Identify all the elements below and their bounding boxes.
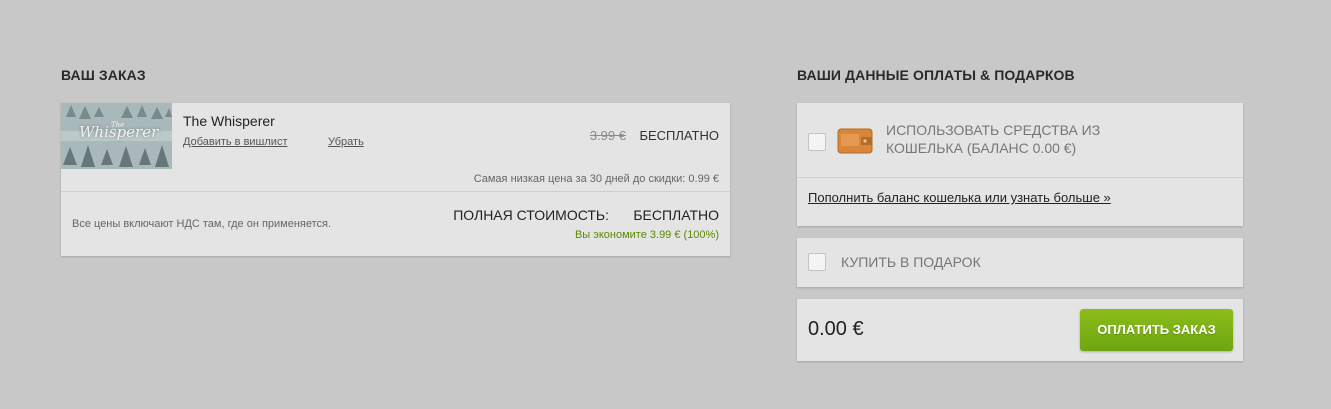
original-price: 3.99 € [589, 128, 626, 143]
order-section-title: ВАШ ЗАКАЗ [61, 67, 146, 83]
payment-section-title: ВАШИ ДАННЫЕ ОПЛАТЫ & ПОДАРКОВ [797, 67, 1075, 83]
use-wallet-checkbox[interactable] [808, 133, 826, 151]
wallet-icon [837, 128, 873, 154]
order-divider [61, 191, 730, 192]
thumbnail-title: Whisperer [79, 123, 159, 141]
add-to-wishlist-link[interactable]: Добавить в вишлист [183, 136, 287, 148]
savings-note: Вы экономите 3.99 € (100%) [574, 229, 719, 241]
order-item: The Whisperer The Whisperer Добавить в в… [61, 103, 730, 191]
gift-card: КУПИТЬ В ПОДАРОК [797, 238, 1243, 287]
order-card: The Whisperer The Whisperer Добавить в в… [61, 103, 730, 256]
game-title[interactable]: The Whisperer [183, 113, 275, 129]
total-value: БЕСПЛАТНО [633, 207, 719, 223]
lowest-price-note: Самая низкая цена за 30 дней до скидки: … [473, 173, 719, 185]
discounted-price: БЕСПЛАТНО [639, 128, 719, 143]
pay-order-button[interactable]: ОПЛАТИТЬ ЗАКАЗ [1080, 309, 1233, 351]
total-label: ПОЛНАЯ СТОИМОСТЬ: [453, 207, 609, 223]
order-total-amount: 0.00 € [808, 318, 864, 340]
top-up-wallet-link[interactable]: Пополнить баланс кошелька или узнать бол… [808, 190, 1111, 205]
buy-as-gift-checkbox[interactable] [808, 253, 826, 271]
vat-note: Все цены включают НДС там, где он примен… [72, 218, 332, 230]
game-thumbnail[interactable]: The Whisperer [61, 103, 172, 169]
checkout-card: 0.00 € ОПЛАТИТЬ ЗАКАЗ [797, 299, 1243, 361]
remove-item-link[interactable]: Убрать [328, 136, 364, 148]
buy-as-gift-label[interactable]: КУПИТЬ В ПОДАРОК [841, 254, 981, 270]
wallet-divider [797, 177, 1243, 178]
wallet-card: ИСПОЛЬЗОВАТЬ СРЕДСТВА ИЗ КОШЕЛЬКА (БАЛАН… [797, 103, 1243, 226]
use-wallet-label[interactable]: ИСПОЛЬЗОВАТЬ СРЕДСТВА ИЗ КОШЕЛЬКА (БАЛАН… [886, 121, 1146, 157]
